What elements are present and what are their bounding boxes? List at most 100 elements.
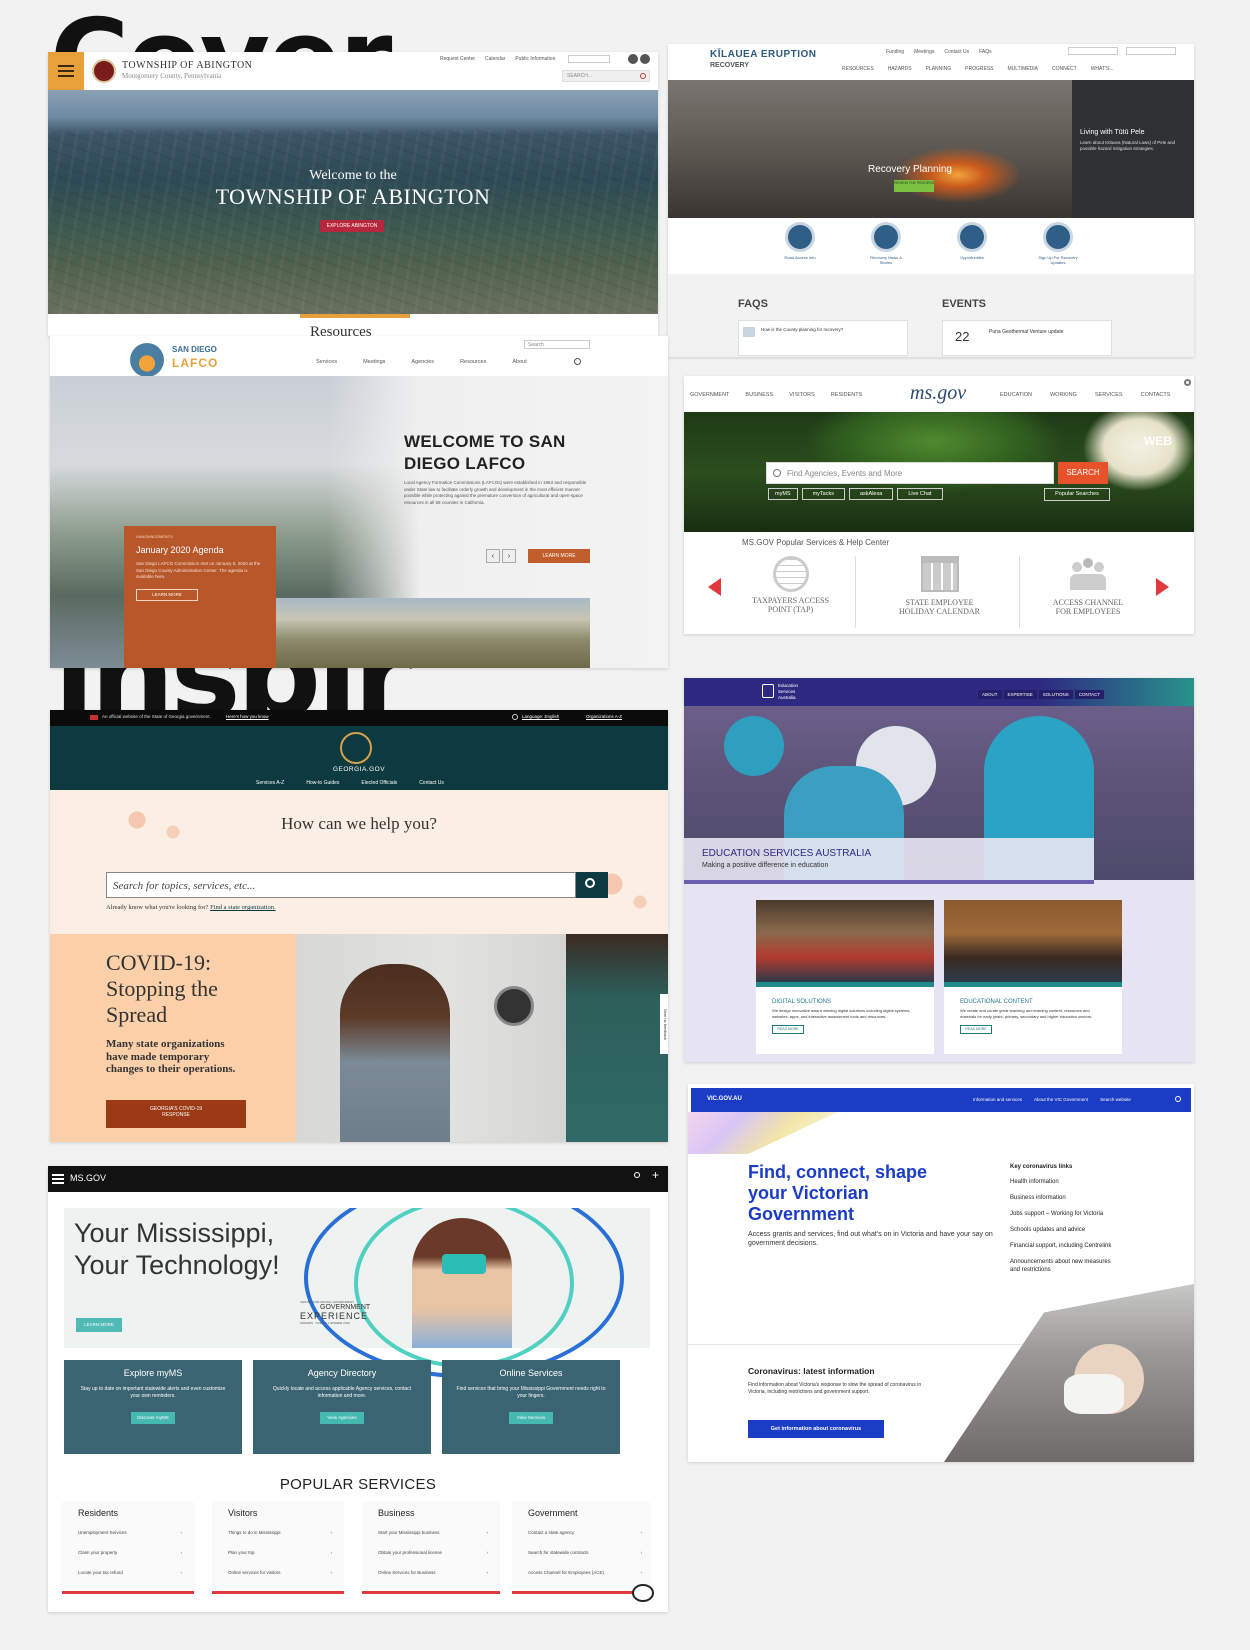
service-link[interactable]: Obtain your professional license › [378, 1550, 488, 1555]
quick-link-road[interactable]: Road Access Info [778, 222, 822, 260]
carousel-prev-arrow[interactable] [708, 578, 721, 596]
nav-item[interactable]: Meetings [363, 359, 385, 365]
nav-item[interactable]: VISITORS [789, 392, 815, 398]
service-link[interactable]: Search for statewide contracts › [528, 1550, 642, 1555]
card-digital-solutions[interactable]: DIGITAL SOLUTIONS We design innovative a… [756, 900, 934, 1054]
service-link[interactable]: Contact a state agency › [528, 1530, 642, 1535]
find-organization-link[interactable]: Find a state organization. [210, 904, 276, 911]
top-link[interactable]: Meetings [914, 49, 934, 55]
feature-card-agency[interactable]: Agency Directory Quickly locate and acce… [253, 1360, 431, 1454]
georgia-search-input[interactable]: Search for topics, services, etc... [106, 872, 576, 898]
kilauea-search-input[interactable] [1126, 47, 1176, 55]
service-holiday[interactable]: STATE EMPLOYEE HOLIDAY CALENDAR [860, 556, 1020, 628]
georgia-search-button[interactable] [576, 872, 608, 898]
nav-item[interactable]: Agencies [411, 359, 434, 365]
slider-next-button[interactable]: › [502, 549, 516, 563]
service-link[interactable]: Claim your property › [78, 1550, 182, 1555]
msgov-search-input[interactable]: Find Agencies, Events and More [766, 462, 1054, 484]
nav-item[interactable]: SOLUTIONS [1038, 690, 1073, 699]
key-link[interactable]: Announcements about new measures and res… [1010, 1258, 1120, 1274]
search-link[interactable]: Search website [1100, 1097, 1131, 1102]
nav-item[interactable]: SERVICES [1095, 392, 1123, 398]
card-button[interactable]: Discover myMS [131, 1412, 175, 1424]
organizations-link[interactable]: Organizations A-Z [586, 714, 622, 719]
service-link[interactable]: Plan your trip › [228, 1550, 332, 1555]
nav-item[interactable]: Contact Us [419, 780, 444, 786]
learn-more-button[interactable]: LEARN MORE [76, 1318, 122, 1332]
search-icon[interactable] [1175, 1096, 1181, 1102]
lafco-search-input[interactable]: Search [524, 340, 590, 349]
service-access-channel[interactable]: ACCESS CHANNEL FOR EMPLOYEES [1020, 556, 1156, 628]
nav-item[interactable]: HAZARDS [888, 66, 912, 72]
quick-link-myms[interactable]: myMS [768, 488, 798, 500]
search-icon[interactable] [634, 1172, 640, 1178]
search-input[interactable]: SEARCH... [562, 70, 650, 82]
quick-link-livechat[interactable]: Live Chat [897, 488, 943, 500]
quick-link-opportunities[interactable]: Opportunities [950, 222, 994, 260]
quick-link-news[interactable]: Recovery News & Stories [864, 222, 908, 265]
covid-response-button[interactable]: GEORGIA'S COVID-19 RESPONSE [106, 1100, 246, 1128]
service-link[interactable]: Online Services for Business › [378, 1570, 488, 1575]
social-icon[interactable] [628, 54, 638, 64]
service-link[interactable]: Access Channel for Employees (ACE) › [528, 1570, 642, 1575]
nav-item[interactable]: RESIDENTS [831, 392, 862, 398]
event-card[interactable]: 22 Puna Geothermal Venture update [942, 320, 1112, 356]
feature-card-online[interactable]: Online Services Find services that bring… [442, 1360, 620, 1454]
quick-link-signup[interactable]: Sign Up For Recovery Updates [1036, 222, 1080, 265]
quick-link-mytacks[interactable]: myTacks [801, 488, 845, 500]
nav-item[interactable]: WORKING [1050, 392, 1077, 398]
nav-item[interactable]: GOVERNMENT [690, 392, 729, 398]
service-tap[interactable]: TAXPAYERS ACCESS POINT (TAP) [726, 556, 856, 628]
nav-item[interactable]: Services [316, 359, 337, 365]
key-link[interactable]: Business information [1010, 1194, 1120, 1202]
key-link[interactable]: Financial support, including Centrelink [1010, 1242, 1120, 1250]
nav-item[interactable]: Resources [460, 359, 486, 365]
quick-link-askalexa[interactable]: askAlexa [848, 488, 894, 500]
learn-more-button[interactable]: LEARN MORE [528, 549, 590, 563]
nav-item[interactable]: BUSINESS [745, 392, 773, 398]
slider-prev-button[interactable]: ‹ [486, 549, 500, 563]
kilauea-search-input[interactable] [1068, 47, 1118, 55]
nav-item[interactable]: RESOURCES [842, 66, 874, 72]
language-link[interactable]: Language: English [522, 714, 559, 719]
social-icon[interactable] [640, 54, 650, 64]
announcement-button[interactable]: LEARN MORE [136, 588, 198, 601]
read-more-button[interactable]: READ MORE [960, 1025, 992, 1034]
service-link[interactable]: Online services for visitors › [228, 1570, 332, 1575]
read-more-button[interactable]: READ MORE [772, 1025, 804, 1034]
msgov-search-button[interactable]: SEARCH [1058, 462, 1108, 484]
search-icon[interactable] [574, 358, 581, 365]
corona-button[interactable]: Get information about coronavirus [748, 1420, 884, 1438]
translate-select[interactable] [568, 55, 610, 63]
faq-card[interactable]: How is the County planning for recovery? [738, 320, 908, 356]
how-you-know-link[interactable]: Here's how you know [226, 714, 269, 719]
service-link[interactable]: Unemployment Services › [78, 1530, 182, 1535]
carousel-next-arrow[interactable] [1156, 578, 1169, 596]
menu-button[interactable] [48, 52, 84, 90]
nav-item[interactable]: Information and services [973, 1097, 1022, 1102]
nav-item[interactable]: EDUCATION [1000, 392, 1032, 398]
feature-card-myms[interactable]: Explore myMS Stay up to date on importan… [64, 1360, 242, 1454]
nav-item[interactable]: MULTIMEDIA [1008, 66, 1038, 72]
nav-item[interactable]: ABOUT [978, 690, 1002, 699]
nav-item[interactable]: Elected Officials [361, 780, 397, 786]
service-link[interactable]: Locate your tax refund › [78, 1570, 182, 1575]
nav-item[interactable]: CONTACT [1074, 690, 1105, 699]
key-link[interactable]: Jobs support – Working for Victoria [1010, 1210, 1120, 1218]
service-link[interactable]: Start your Mississippi business › [378, 1530, 488, 1535]
key-link[interactable]: Health information [1010, 1178, 1120, 1186]
top-link[interactable]: Funding [886, 49, 904, 55]
util-link-calendar[interactable]: Calendar [485, 56, 505, 62]
nav-item[interactable]: CONNECT [1052, 66, 1077, 72]
nav-item[interactable]: PLANNING [926, 66, 952, 72]
nav-item[interactable]: WHAT'S... [1091, 66, 1114, 72]
review-process-button[interactable]: REVIEW THE PROCESS [894, 180, 934, 192]
gear-icon[interactable] [1184, 379, 1191, 386]
util-link-request[interactable]: Request Center [440, 56, 475, 62]
top-link[interactable]: Contact Us [944, 49, 969, 55]
nav-item[interactable]: Services A-Z [256, 780, 284, 786]
popular-searches-button[interactable]: Popular Searches [1044, 488, 1110, 501]
nav-item[interactable]: About the VIC Government [1034, 1097, 1088, 1102]
card-button[interactable]: View Agencies [320, 1412, 364, 1424]
nav-item[interactable]: About [512, 359, 526, 365]
